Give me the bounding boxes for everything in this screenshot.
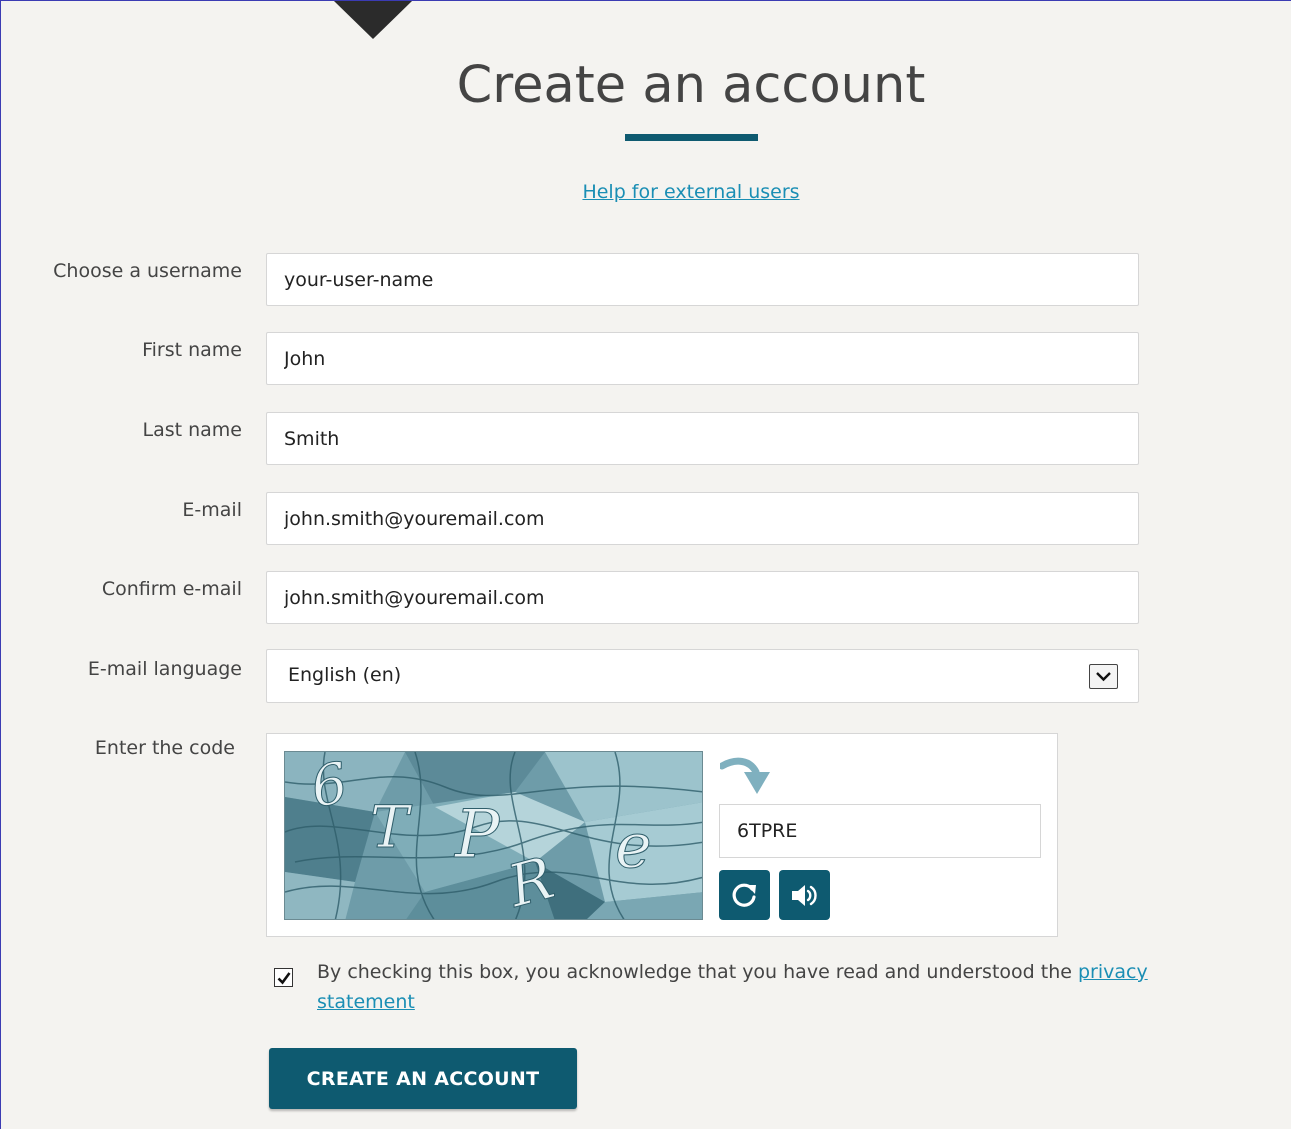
username-label: Choose a username (53, 260, 242, 282)
help-link[interactable]: Help for external users (1, 181, 1291, 203)
consent-text: By checking this box, you acknowledge th… (317, 957, 1217, 1017)
tab-indicator (334, 1, 412, 39)
captcha-input[interactable] (719, 804, 1041, 858)
create-account-button[interactable]: CREATE AN ACCOUNT (269, 1048, 577, 1109)
title-underline (625, 134, 758, 141)
confirm-email-label: Confirm e-mail (101, 578, 242, 600)
chevron-down-icon[interactable] (1089, 664, 1118, 689)
page: Create an account Help for external user… (0, 0, 1291, 1129)
refresh-captcha-button[interactable] (719, 870, 770, 920)
check-icon (277, 972, 291, 985)
svg-text:T: T (370, 793, 413, 861)
consent-checkbox[interactable] (274, 968, 293, 987)
email-input[interactable] (266, 492, 1139, 545)
first-name-label: First name (142, 339, 242, 361)
email-language-value: English (en) (288, 664, 402, 686)
audio-captcha-button[interactable] (779, 870, 830, 920)
captcha-panel: 6 T P R e (266, 733, 1058, 937)
consent-statement: By checking this box, you acknowledge th… (317, 961, 1078, 983)
curved-arrow-icon[interactable] (718, 752, 776, 800)
username-input[interactable] (266, 253, 1139, 306)
last-name-input[interactable] (266, 412, 1139, 465)
svg-text:e: e (615, 809, 652, 882)
last-name-label: Last name (142, 419, 243, 441)
first-name-input[interactable] (266, 332, 1139, 385)
page-title: Create an account (456, 56, 926, 115)
captcha-image: 6 T P R e (284, 751, 703, 920)
captcha-label: Enter the code (94, 737, 235, 759)
email-language-label: E-mail language (87, 658, 242, 680)
svg-text:P: P (454, 796, 501, 873)
speaker-icon (792, 885, 817, 906)
confirm-email-input[interactable] (266, 571, 1139, 624)
refresh-icon (732, 883, 756, 907)
email-language-select[interactable]: English (en) (266, 649, 1139, 703)
email-label: E-mail (182, 499, 242, 521)
